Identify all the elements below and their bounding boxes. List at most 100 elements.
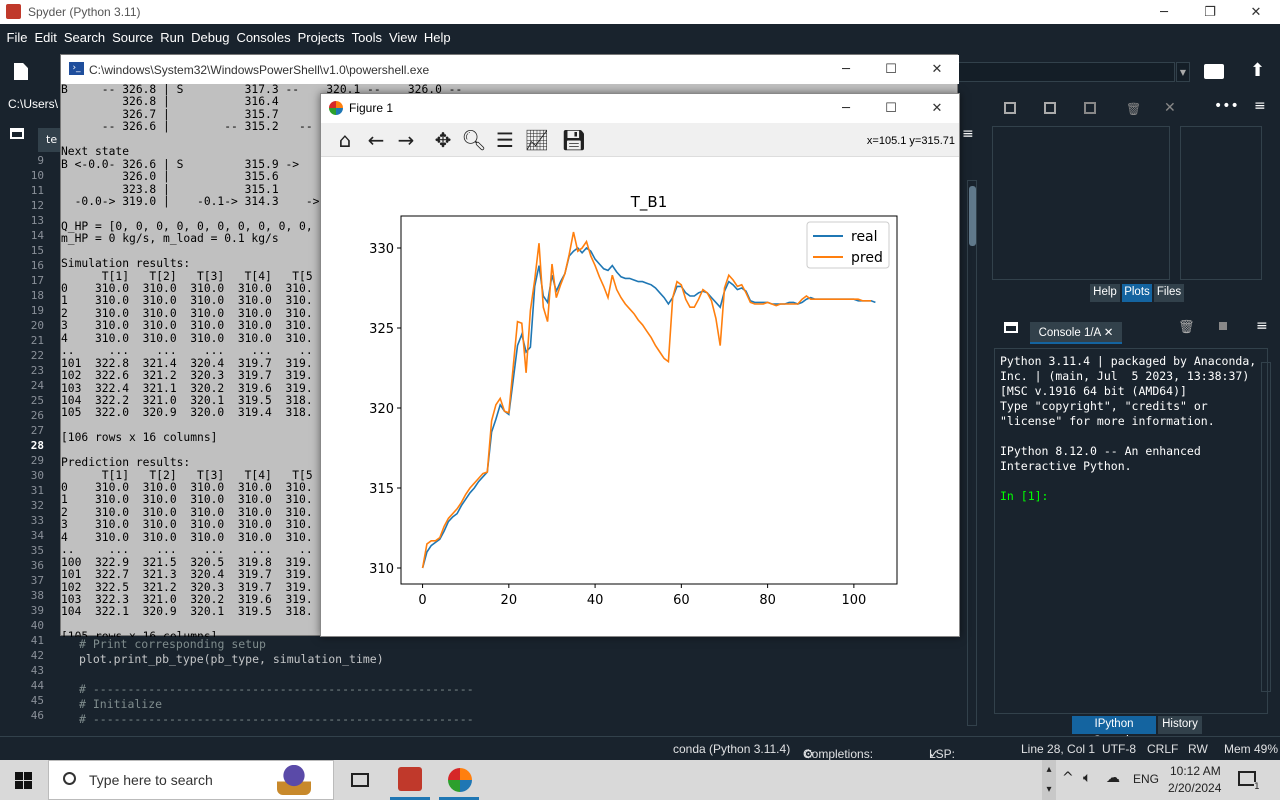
code-line: # --------------------------------------… — [79, 712, 474, 726]
console-menu-icon[interactable]: ≡ — [1256, 318, 1268, 334]
line-number: 28 — [30, 439, 44, 452]
minimize-button[interactable]: ─ — [1141, 0, 1187, 24]
chart[interactable]: T_B1 0 20 40 60 80 100 310 315 320 325 330 real pred — [321, 158, 959, 636]
back-icon[interactable]: ← — [362, 127, 390, 153]
editor-tab[interactable]: te — [38, 128, 62, 152]
configure-icon[interactable]: ☰ — [491, 127, 519, 153]
chevron-up-icon[interactable]: ▴ ▾ — [1042, 760, 1056, 800]
clock-time[interactable]: 10:12 AM — [1170, 764, 1221, 778]
legend-label-pred: pred — [851, 250, 883, 266]
y-tick-label: 315 — [369, 482, 394, 497]
console-prompt[interactable]: In [1]: — [1000, 489, 1048, 503]
line-number: 37 — [30, 574, 44, 587]
line-number: 36 — [30, 559, 44, 572]
y-tick-label: 325 — [369, 322, 394, 337]
status-env[interactable]: conda (Python 3.11.4) — [673, 742, 790, 756]
maximize-button[interactable]: ❐ — [1187, 0, 1233, 24]
volume-icon[interactable]: 🔈︎ — [1083, 770, 1091, 786]
task-view-icon[interactable] — [351, 773, 369, 787]
editor-scroll-thumb[interactable] — [969, 186, 976, 246]
editor-menu-icon[interactable]: ≡ — [962, 126, 974, 142]
working-dir-input[interactable] — [953, 62, 1175, 82]
clear-console-icon[interactable]: 🗑 — [1178, 320, 1195, 335]
menu-consoles[interactable]: Consoles — [233, 30, 294, 45]
figure-minimize-button[interactable]: ─ — [823, 96, 869, 120]
menu-view[interactable]: View — [385, 30, 420, 45]
close-icon[interactable]: ✕ — [1104, 327, 1114, 339]
menu-tools[interactable]: Tools — [348, 30, 385, 45]
save-plot-icon[interactable] — [1004, 102, 1016, 114]
menu-search[interactable]: Search — [60, 30, 108, 45]
search-icon — [63, 772, 76, 785]
cloud-icon[interactable]: ☁ — [1106, 770, 1120, 786]
powershell-close-button[interactable]: ✕ — [914, 57, 960, 81]
menu-source[interactable]: Source — [109, 30, 157, 45]
tab-plots[interactable]: Plots — [1122, 284, 1152, 302]
code-line: # Print corresponding setup — [79, 637, 266, 651]
browse-tabs-icon[interactable] — [10, 128, 24, 139]
taskbar-spyder-icon[interactable] — [398, 767, 422, 791]
line-number: 43 — [30, 664, 44, 677]
chevron-down-icon[interactable]: ▼ — [1176, 62, 1190, 82]
tab-history[interactable]: History — [1158, 716, 1202, 734]
menu-run[interactable]: Run — [157, 30, 188, 45]
forward-icon[interactable]: → — [392, 127, 420, 153]
edit-axis-icon[interactable]: 📈︎ — [523, 127, 551, 153]
line-number: 30 — [30, 469, 44, 482]
x-tick-label: 0 — [418, 593, 426, 608]
delete-plot-icon[interactable]: 🗑 — [1126, 102, 1141, 116]
parent-dir-icon[interactable]: ⬆ — [1250, 60, 1265, 81]
tab-plots-label: Plots — [1124, 286, 1150, 298]
home-icon[interactable]: ⌂ — [331, 127, 359, 153]
line-number: 40 — [30, 619, 44, 632]
copy-plot-icon[interactable] — [1084, 102, 1096, 114]
console-tab[interactable]: Console 1/A ✕ — [1030, 322, 1122, 344]
windows-start-icon[interactable] — [15, 772, 32, 789]
open-folder-icon[interactable] — [1204, 64, 1224, 79]
figure-maximize-button[interactable]: ☐ — [868, 96, 914, 120]
save-all-plots-icon[interactable] — [1044, 102, 1056, 114]
notification-count: 1 — [1254, 782, 1260, 792]
menu-projects[interactable]: Projects — [294, 30, 348, 45]
new-file-icon[interactable] — [14, 63, 28, 80]
line-number: 12 — [30, 199, 44, 212]
figure-close-button[interactable]: ✕ — [914, 96, 960, 120]
powershell-minimize-button[interactable]: ─ — [823, 57, 869, 81]
clock-date[interactable]: 2/20/2024 — [1168, 781, 1221, 795]
menu-debug[interactable]: Debug — [188, 30, 233, 45]
x-tick-label: 100 — [841, 593, 866, 608]
menu-edit[interactable]: Edit — [31, 30, 60, 45]
status-bar: conda (Python 3.11.4) ⚙ Completions: con… — [0, 736, 1280, 775]
editor-path: C:\Users\ — [8, 97, 59, 111]
menu-file[interactable]: File — [3, 30, 31, 45]
line-number: 34 — [30, 529, 44, 542]
plots-menu-icon[interactable]: ≡ — [1254, 98, 1266, 114]
y-tick-label: 310 — [369, 562, 394, 577]
status-encoding: UTF-8 — [1102, 742, 1136, 756]
console-tab-label: Console 1/A — [1038, 327, 1101, 339]
console-browse-icon[interactable] — [1004, 322, 1018, 333]
taskbar-search[interactable]: Type here to search — [48, 760, 334, 800]
tab-ipython-console[interactable]: IPython Console — [1072, 716, 1156, 747]
console-scrollbar[interactable] — [1261, 362, 1271, 692]
close-button[interactable]: ✕ — [1233, 0, 1279, 24]
tray-chevron-icon[interactable]: ^ — [1062, 770, 1074, 786]
pan-icon[interactable]: ✥ — [429, 127, 457, 153]
stop-console-icon[interactable] — [1219, 322, 1227, 330]
menu-help[interactable]: Help — [420, 30, 454, 45]
line-number: 25 — [30, 394, 44, 407]
x-tick-label: 80 — [759, 593, 776, 608]
save-icon[interactable]: 💾︎ — [560, 127, 588, 153]
spyder-logo-icon — [6, 4, 21, 19]
tab-help[interactable]: Help — [1090, 284, 1120, 302]
taskbar-matplotlib-icon[interactable] — [448, 768, 472, 792]
tab-files[interactable]: Files — [1154, 284, 1184, 302]
tab-history-label: History — [1162, 718, 1198, 730]
plots-more-icon[interactable]: ••• — [1214, 98, 1239, 114]
line-number: 19 — [30, 304, 44, 317]
close-all-plots-icon[interactable]: ✕ — [1164, 100, 1176, 116]
editor-scrollbar[interactable] — [967, 180, 977, 726]
powershell-maximize-button[interactable]: ☐ — [868, 57, 914, 81]
zoom-icon[interactable]: 🔍︎ — [460, 127, 488, 153]
lang-indicator[interactable]: ENG — [1133, 772, 1159, 786]
